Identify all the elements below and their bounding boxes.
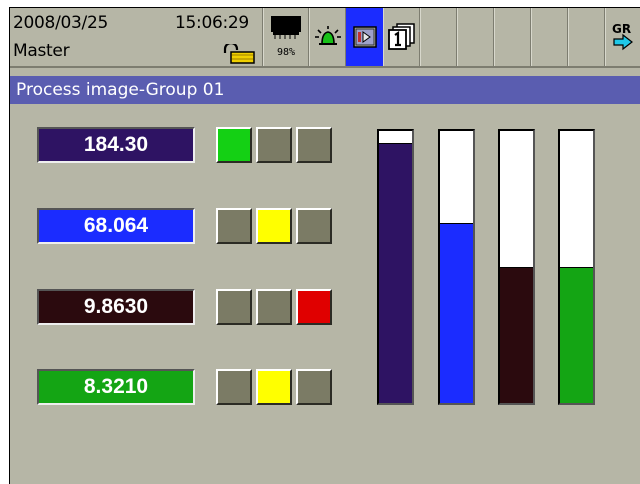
alarm-lamp-4-3 bbox=[296, 369, 332, 405]
alarm-lamp-4-2 bbox=[256, 369, 292, 405]
memory-percent: 98% bbox=[277, 47, 296, 58]
alarm-lamp-2-3 bbox=[296, 208, 332, 244]
toolbar-empty-button-4[interactable] bbox=[531, 8, 568, 66]
recorder-screen: 2008/03/25 15:06:29 Master 98% GR Proces… bbox=[9, 7, 640, 484]
unlock-icon[interactable] bbox=[222, 44, 256, 64]
channel-value-3[interactable]: 9.8630 bbox=[37, 289, 195, 325]
graph-button[interactable]: GR bbox=[605, 8, 640, 66]
graph-label: GR bbox=[612, 22, 631, 36]
alarm-button[interactable] bbox=[309, 8, 346, 66]
channel-value-1[interactable]: 184.30 bbox=[37, 127, 195, 163]
alarm-lamp-1-1 bbox=[216, 127, 252, 163]
status-info-panel: 2008/03/25 15:06:29 Master bbox=[10, 8, 263, 66]
toolbar-empty-button-5[interactable] bbox=[568, 8, 605, 66]
date-display: 2008/03/25 bbox=[13, 13, 108, 33]
bargraph-2 bbox=[438, 129, 475, 405]
bargraph-4 bbox=[558, 129, 595, 405]
toolbar-empty-button-1[interactable] bbox=[420, 8, 457, 66]
alarm-lamp-2-2 bbox=[256, 208, 292, 244]
group-number-icon bbox=[387, 23, 415, 50]
alarm-lamp-3-2 bbox=[256, 289, 292, 325]
memory-status-button[interactable]: 98% bbox=[263, 8, 309, 66]
page-title: Process image-Group 01 bbox=[10, 76, 640, 104]
alarm-lamp-1-2 bbox=[256, 127, 292, 163]
time-display: 15:06:29 bbox=[175, 13, 249, 33]
alarm-bell-icon bbox=[314, 26, 341, 45]
status-toolbar: 2008/03/25 15:06:29 Master 98% GR bbox=[10, 8, 640, 68]
bargraph-fill-4 bbox=[560, 267, 593, 403]
memory-card-icon bbox=[271, 16, 301, 39]
bargraph-3 bbox=[498, 129, 535, 405]
group-select-button[interactable] bbox=[383, 8, 420, 66]
alarm-lamp-1-3 bbox=[296, 127, 332, 163]
user-level: Master bbox=[13, 41, 70, 61]
toolbar-empty-button-2[interactable] bbox=[457, 8, 494, 66]
channel-value-2[interactable]: 68.064 bbox=[37, 208, 195, 244]
graph-arrow-icon: GR bbox=[612, 22, 633, 51]
alarm-lamp-2-1 bbox=[216, 208, 252, 244]
bargraph-fill-3 bbox=[500, 267, 533, 403]
channel-value-4[interactable]: 8.3210 bbox=[37, 369, 195, 405]
display-switch-icon bbox=[352, 26, 377, 48]
bargraph-fill-2 bbox=[440, 223, 473, 403]
display-switch-button[interactable] bbox=[346, 8, 383, 66]
alarm-lamp-3-3 bbox=[296, 289, 332, 325]
alarm-lamp-3-1 bbox=[216, 289, 252, 325]
alarm-lamp-4-1 bbox=[216, 369, 252, 405]
toolbar-empty-button-3[interactable] bbox=[494, 8, 531, 66]
bargraph-1 bbox=[377, 129, 414, 405]
bargraph-fill-1 bbox=[379, 143, 412, 403]
